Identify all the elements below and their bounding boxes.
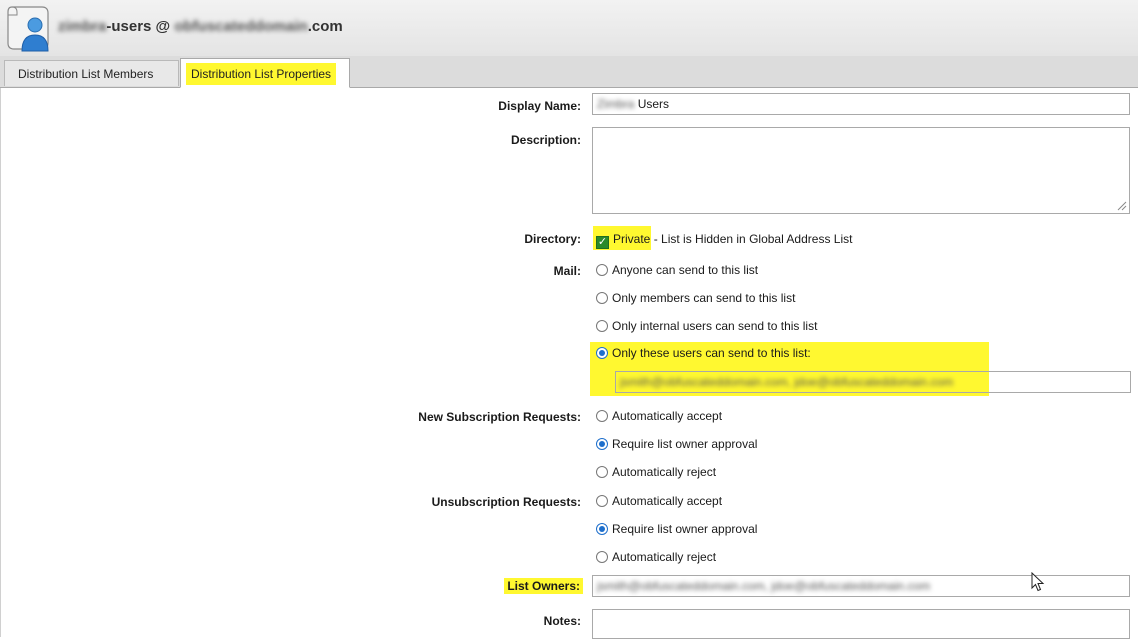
- description-label: Description:: [510, 133, 581, 147]
- mail-radio-these-users[interactable]: [596, 347, 608, 359]
- display-name-field[interactable]: Zimbra Users: [592, 93, 1130, 115]
- private-label: Private: [613, 232, 651, 246]
- allowed-senders-value: jsmith@obfuscateddomain.com, jdoe@obfusc…: [620, 375, 954, 389]
- mail-option-label: Only these users can send to this list:: [612, 346, 811, 360]
- unsubscription-option-accept[interactable]: Automatically accept: [596, 492, 722, 510]
- unsubscription-option-label: Require list owner approval: [612, 522, 758, 536]
- subscription-radio-approval[interactable]: [596, 438, 608, 450]
- mail-option-these-users[interactable]: Only these users can send to this list:: [596, 344, 811, 362]
- subscription-radio-accept[interactable]: [596, 410, 608, 422]
- title-mid: -users @: [106, 18, 175, 35]
- resize-grip-icon[interactable]: [1115, 199, 1127, 211]
- list-owners-value: jsmith@obfuscateddomain.com, jdoe@obfusc…: [597, 579, 931, 593]
- mouse-pointer-icon: [1031, 572, 1045, 592]
- unsubscription-option-label: Automatically accept: [612, 494, 723, 508]
- subscription-radio-reject[interactable]: [596, 466, 608, 478]
- unsubscription-radio-approval[interactable]: [596, 523, 608, 535]
- list-owners-label: List Owners:: [504, 578, 583, 594]
- mail-option-members[interactable]: Only members can send to this list: [596, 289, 795, 307]
- unsubscription-label: Unsubscription Requests:: [431, 495, 581, 509]
- mail-radio-anyone[interactable]: [596, 264, 608, 276]
- unsubscription-option-reject[interactable]: Automatically reject: [596, 548, 716, 566]
- mail-option-anyone[interactable]: Anyone can send to this list: [596, 261, 758, 279]
- new-subscription-label: New Subscription Requests:: [418, 410, 581, 424]
- directory-label: Directory:: [524, 232, 581, 246]
- subscription-option-label: Automatically accept: [612, 409, 723, 423]
- list-owners-field[interactable]: jsmith@obfuscateddomain.com, jdoe@obfusc…: [592, 575, 1130, 597]
- tab-bar: Distribution List Members Distribution L…: [0, 56, 1138, 88]
- subscription-option-accept[interactable]: Automatically accept: [596, 407, 722, 425]
- mail-label: Mail:: [553, 264, 581, 278]
- private-checkbox[interactable]: ✓: [596, 236, 609, 249]
- private-option[interactable]: ✓ Private - List is Hidden in Global Addr…: [596, 230, 853, 249]
- notes-label: Notes:: [543, 614, 581, 628]
- subscription-option-approval[interactable]: Require list owner approval: [596, 435, 757, 453]
- display-name-blurred: Zimbra: [597, 97, 635, 111]
- unsubscription-radio-accept[interactable]: [596, 495, 608, 507]
- notes-field[interactable]: [592, 609, 1130, 639]
- subscription-option-reject[interactable]: Automatically reject: [596, 463, 716, 481]
- unsubscription-option-label: Automatically reject: [612, 550, 717, 564]
- list-address-title: zimbra-users @ obfuscateddomain.com: [58, 18, 343, 35]
- mail-option-label: Only members can send to this list: [612, 291, 796, 305]
- unsubscription-radio-reject[interactable]: [596, 551, 608, 563]
- description-field[interactable]: [592, 127, 1130, 214]
- distribution-list-user-icon: [7, 6, 49, 52]
- mail-option-internal[interactable]: Only internal users can send to this lis…: [596, 317, 817, 335]
- title-suffix: .com: [307, 18, 343, 35]
- display-name-label: Display Name:: [498, 99, 581, 113]
- private-description: - List is Hidden in Global Address List: [650, 232, 853, 246]
- title-blurred-domain: obfuscateddomain: [174, 18, 308, 35]
- subscription-option-label: Automatically reject: [612, 465, 717, 479]
- mail-option-label: Anyone can send to this list: [612, 263, 759, 277]
- display-name-value: Users: [637, 97, 670, 111]
- unsubscription-option-approval[interactable]: Require list owner approval: [596, 520, 757, 538]
- subscription-option-label: Require list owner approval: [612, 437, 758, 451]
- tab-distribution-list-properties[interactable]: Distribution List Properties: [180, 58, 350, 88]
- properties-panel: Display Name: Zimbra Users Description: …: [0, 88, 1138, 639]
- window-header: zimbra-users @ obfuscateddomain.com: [0, 0, 1138, 57]
- tab-properties-label: Distribution List Properties: [186, 63, 337, 85]
- title-blurred-name: zimbra: [58, 18, 107, 35]
- mail-radio-internal[interactable]: [596, 320, 608, 332]
- tab-distribution-list-members[interactable]: Distribution List Members: [4, 60, 179, 86]
- mail-radio-members[interactable]: [596, 292, 608, 304]
- mail-option-label: Only internal users can send to this lis…: [612, 319, 818, 333]
- allowed-senders-field[interactable]: jsmith@obfuscateddomain.com, jdoe@obfusc…: [615, 371, 1131, 393]
